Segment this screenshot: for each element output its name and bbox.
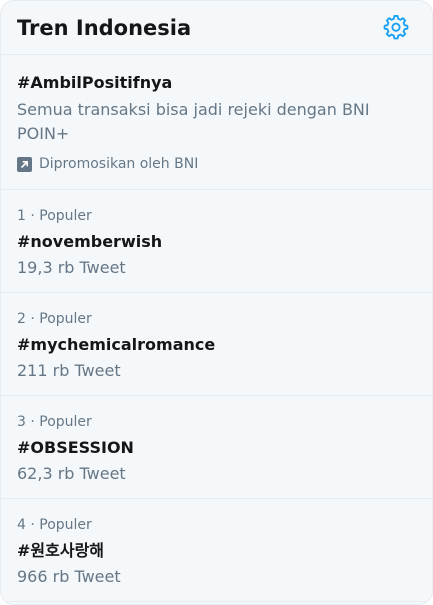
gear-icon[interactable] — [382, 13, 410, 41]
trend-meta: 2 · Populer — [17, 311, 92, 327]
promoted-trend[interactable]: #AmbilPositifnya Semua transaksi bisa ja… — [1, 55, 432, 190]
trend-tweet-count: 966 rb Tweet — [17, 567, 121, 586]
trends-title: Tren Indonesia — [17, 16, 192, 40]
trend-name: #원호사랑해 — [17, 541, 105, 560]
trend-name: #novemberwish — [17, 232, 163, 251]
trend-tweet-count: 62,3 rb Tweet — [17, 464, 126, 483]
trend-item[interactable]: 4 · Populer #원호사랑해 966 rb Tweet — [1, 499, 432, 602]
trend-name: #OBSESSION — [17, 438, 134, 457]
trend-tweet-count: 19,3 rb Tweet — [17, 258, 126, 277]
trend-item[interactable]: 1 · Populer #novemberwish 19,3 rb Tweet — [1, 190, 432, 293]
promoted-trend-hashtag: #AmbilPositifnya — [17, 73, 173, 92]
promoted-by-label: Dipromosikan oleh BNI — [39, 156, 199, 172]
trend-name: #mychemicalromance — [17, 335, 216, 354]
trends-header: Tren Indonesia — [1, 1, 432, 55]
trend-item[interactable]: 2 · Populer #mychemicalromance 211 rb Tw… — [1, 293, 432, 396]
trend-meta: 1 · Populer — [17, 208, 92, 224]
trend-tweet-count: 211 rb Tweet — [17, 361, 121, 380]
promoted-trend-description: Semua transaksi bisa jadi rejeki dengan … — [17, 100, 370, 143]
trends-panel: Tren Indonesia #AmbilPositifnya Semua tr… — [0, 0, 433, 605]
trend-item[interactable]: 3 · Populer #OBSESSION 62,3 rb Tweet — [1, 396, 432, 499]
trend-meta: 3 · Populer — [17, 414, 92, 430]
promoted-by: Dipromosikan oleh BNI — [17, 154, 198, 174]
trend-meta: 4 · Populer — [17, 517, 92, 533]
promoted-arrow-icon — [17, 156, 32, 172]
